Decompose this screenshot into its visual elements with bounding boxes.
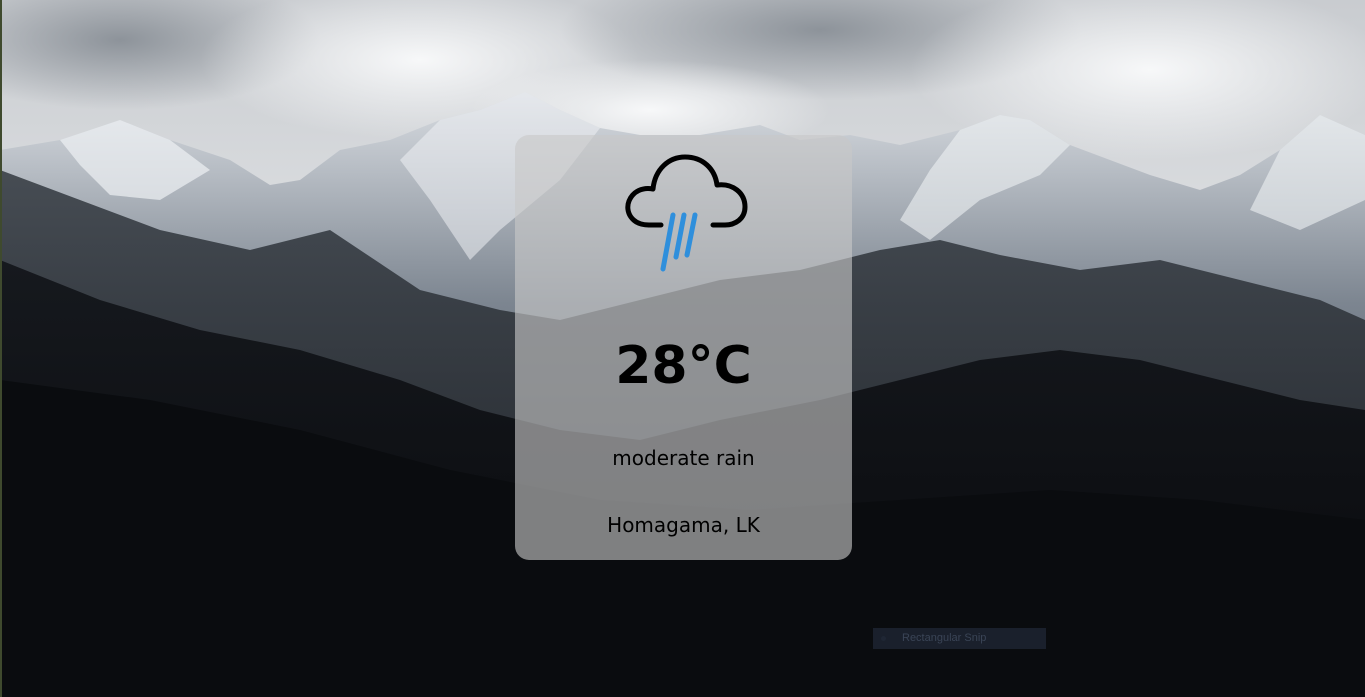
snip-icon [881, 635, 886, 641]
weather-app: 28°C moderate rain Homagama, LK Rectangu… [0, 0, 1365, 697]
location-label: Homagama, LK [607, 513, 760, 537]
weather-description: moderate rain [612, 446, 755, 470]
temperature: 28°C [615, 336, 752, 396]
rectangular-snip-bar[interactable]: Rectangular Snip [873, 628, 1046, 649]
window-edge [0, 0, 2, 697]
weather-card: 28°C moderate rain Homagama, LK [515, 135, 852, 560]
rain-cloud-icon [625, 154, 748, 272]
snip-label: Rectangular Snip [902, 632, 987, 644]
